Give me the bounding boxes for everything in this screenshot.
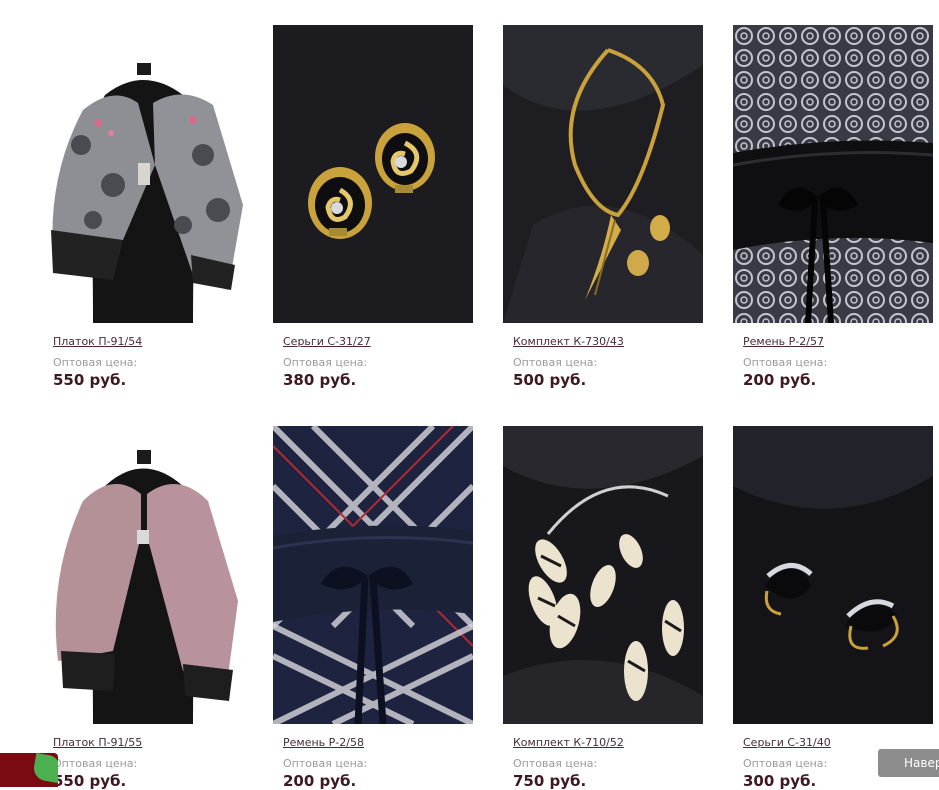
product-price: 750 руб.: [513, 772, 587, 790]
product-name-link[interactable]: Ремень Р-2/58: [283, 736, 364, 749]
product-photo[interactable]: [43, 426, 243, 724]
zebra-jewelry-set-image: [503, 426, 703, 724]
product-name-link[interactable]: Платок П-91/55: [53, 736, 142, 749]
corner-widget[interactable]: [0, 753, 58, 787]
product-name-link[interactable]: Комплект К-730/43: [513, 335, 624, 348]
product-photo[interactable]: [733, 25, 933, 323]
price-label: Оптовая цена:: [53, 356, 138, 369]
scarf-gray-mannequin-image: [43, 25, 243, 323]
product-price: 300 руб.: [743, 772, 817, 790]
price-label: Оптовая цена:: [283, 356, 368, 369]
product-photo[interactable]: [273, 426, 473, 724]
product-name-link[interactable]: Платок П-91/54: [53, 335, 142, 348]
navy-belt-plaid-image: [273, 426, 473, 724]
scarf-pink-mannequin-image: [43, 426, 243, 724]
product-price: 200 руб.: [283, 772, 357, 790]
leaf-icon: [31, 753, 58, 784]
product-photo[interactable]: [733, 426, 933, 724]
price-label: Оптовая цена:: [513, 356, 598, 369]
product-photo[interactable]: [503, 426, 703, 724]
price-label: Оптовая цена:: [53, 757, 138, 770]
product-price: 200 руб.: [743, 371, 817, 389]
price-label: Оптовая цена:: [743, 356, 828, 369]
product-price: 550 руб.: [53, 772, 127, 790]
product-name-link[interactable]: Серьги С-31/40: [743, 736, 831, 749]
product-grid: Платок П-91/54 Оптовая цена: 550 руб. Се…: [0, 0, 939, 790]
price-label: Оптовая цена:: [283, 757, 368, 770]
product-photo[interactable]: [43, 25, 243, 323]
product-price: 380 руб.: [283, 371, 357, 389]
gold-black-earrings-image: [273, 25, 473, 323]
black-belt-pattern-image: [733, 25, 933, 323]
product-name-link[interactable]: Ремень Р-2/57: [743, 335, 824, 348]
product-price: 500 руб.: [513, 371, 587, 389]
gold-crystal-earrings-image: [733, 426, 933, 724]
product-name-link[interactable]: Серьги С-31/27: [283, 335, 371, 348]
product-photo[interactable]: [273, 25, 473, 323]
gold-necklace-set-image: [503, 25, 703, 323]
scroll-to-top-button[interactable]: Наверх: [878, 749, 939, 777]
price-label: Оптовая цена:: [743, 757, 828, 770]
product-price: 550 руб.: [53, 371, 127, 389]
product-photo[interactable]: [503, 25, 703, 323]
product-name-link[interactable]: Комплект К-710/52: [513, 736, 624, 749]
price-label: Оптовая цена:: [513, 757, 598, 770]
